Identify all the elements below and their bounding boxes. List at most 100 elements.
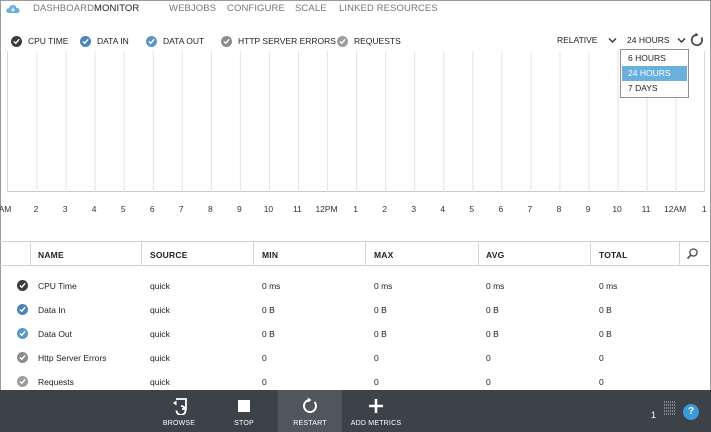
- x-axis-ticks: AM 2 3 4 5 6 7 8 9 10 11 12PM 1 2 3 4 5 6 7 8 9 10 11 12AM 1: [0, 204, 711, 216]
- check-icon[interactable]: [17, 352, 28, 363]
- tab-monitor[interactable]: MONITOR: [94, 3, 139, 14]
- x-tick-label: 1: [353, 204, 358, 214]
- metric-label: DATA IN: [97, 36, 129, 46]
- x-tick-label: 3: [62, 204, 68, 214]
- refresh-icon[interactable]: [689, 32, 705, 48]
- add-icon: [369, 399, 383, 413]
- row-avg: 0 B: [486, 305, 499, 315]
- table-row[interactable]: Data In quick 0 B 0 B 0 B 0 B: [0, 302, 711, 318]
- tab-linked-resources[interactable]: LINKED RESOURCES: [339, 3, 438, 14]
- table-row[interactable]: CPU Time quick 0 ms 0 ms 0 ms 0 ms: [0, 278, 711, 294]
- restart-button[interactable]: RESTART: [278, 390, 342, 432]
- command-bar: BROWSE STOP RESTART ADD METRICS: [0, 390, 711, 432]
- check-icon: [221, 35, 232, 47]
- x-tick-label: 1: [701, 204, 707, 214]
- tab-webjobs[interactable]: WEBJOBS: [169, 3, 216, 14]
- range-option-7-days[interactable]: 7 DAYS: [622, 81, 687, 96]
- row-total: 0: [599, 377, 604, 387]
- check-icon: [146, 35, 157, 47]
- check-icon: [80, 35, 91, 47]
- x-tick-label: 12PM: [315, 204, 338, 214]
- restart-label: RESTART: [293, 420, 327, 427]
- stop-icon: [238, 400, 250, 412]
- range-option-24-hours[interactable]: 24 HOURS: [622, 66, 687, 81]
- row-max: 0 ms: [374, 281, 393, 291]
- row-total: 0 ms: [599, 281, 618, 291]
- check-icon[interactable]: [17, 304, 28, 315]
- metrics-table-header: NAME SOURCE MIN MAX AVG TOTAL: [0, 241, 711, 266]
- row-avg: 0 ms: [486, 281, 505, 291]
- x-tick-label: 2: [382, 204, 388, 214]
- x-tick-label: 4: [91, 204, 97, 214]
- notifications-icon[interactable]: [663, 400, 677, 416]
- x-tick-label: 4: [440, 204, 446, 214]
- column-header-avg[interactable]: AVG: [486, 250, 504, 260]
- table-row[interactable]: Requests quick 0 0 0 0: [0, 374, 711, 390]
- check-icon[interactable]: [17, 328, 28, 339]
- check-icon: [11, 35, 22, 47]
- row-name: Requests: [38, 377, 74, 387]
- column-divider: [679, 242, 680, 266]
- column-header-name[interactable]: NAME: [38, 250, 64, 260]
- table-row[interactable]: Data Out quick 0 B 0 B 0 B 0 B: [0, 326, 711, 342]
- row-source: quick: [150, 305, 170, 315]
- column-divider: [30, 242, 31, 266]
- x-tick-label: 12AM: [664, 204, 687, 214]
- check-icon[interactable]: [17, 280, 28, 291]
- row-avg: 0 B: [486, 329, 499, 339]
- chart-plot: [36, 51, 677, 192]
- column-header-source[interactable]: SOURCE: [150, 250, 188, 260]
- row-total: 0: [599, 353, 604, 363]
- metric-toggle-http-server-errors[interactable]: HTTP SERVER ERRORS: [221, 33, 336, 49]
- browse-button[interactable]: BROWSE: [158, 390, 200, 432]
- row-source: quick: [150, 353, 170, 363]
- cloud-icon[interactable]: [6, 3, 20, 15]
- metric-toggle-data-in[interactable]: DATA IN: [80, 33, 129, 49]
- x-tick-label: 7: [178, 204, 184, 214]
- column-header-max[interactable]: MAX: [374, 250, 394, 260]
- metric-label: DATA OUT: [163, 36, 205, 46]
- row-max: 0 B: [374, 305, 387, 315]
- add-metrics-button[interactable]: ADD METRICS: [350, 390, 402, 432]
- search-icon[interactable]: [686, 247, 699, 260]
- column-header-total[interactable]: TOTAL: [599, 250, 628, 260]
- metric-toggle-requests[interactable]: REQUESTS: [337, 33, 401, 49]
- check-icon: [337, 35, 348, 47]
- x-tick-label: 10: [612, 204, 622, 214]
- chevron-down-icon[interactable]: [677, 37, 686, 44]
- x-tick-label: 9: [237, 204, 242, 214]
- x-tick-label: 6: [149, 204, 155, 214]
- metric-toggle-data-out[interactable]: DATA OUT: [146, 33, 204, 49]
- column-header-min[interactable]: MIN: [262, 250, 278, 260]
- row-total: 0 B: [599, 305, 612, 315]
- x-tick-label: 5: [120, 204, 126, 214]
- browse-icon: [173, 398, 187, 415]
- chevron-down-icon[interactable]: [608, 37, 617, 44]
- metric-toggle-cpu-time[interactable]: CPU TIME: [11, 33, 68, 49]
- row-name: CPU Time: [38, 281, 77, 291]
- restart-icon: [303, 397, 317, 413]
- help-button[interactable]: ?: [683, 404, 699, 420]
- tab-dashboard[interactable]: DASHBOARD: [33, 3, 94, 14]
- row-total: 0 B: [599, 329, 612, 339]
- tab-scale[interactable]: SCALE: [295, 3, 327, 14]
- column-divider: [478, 242, 479, 266]
- row-name: Http Server Errors: [38, 353, 107, 363]
- row-min: 0: [262, 377, 267, 387]
- column-divider: [365, 242, 366, 266]
- tab-configure[interactable]: CONFIGURE: [227, 3, 285, 14]
- notification-count[interactable]: 1: [651, 410, 656, 420]
- row-source: quick: [150, 281, 170, 291]
- column-divider: [141, 242, 142, 266]
- x-tick-label: 2: [33, 204, 39, 214]
- range-option-6-hours[interactable]: 6 HOURS: [622, 51, 687, 66]
- column-divider: [590, 242, 591, 266]
- check-icon[interactable]: [17, 376, 28, 387]
- row-min: 0 B: [262, 305, 275, 315]
- table-row[interactable]: Http Server Errors quick 0 0 0 0: [0, 350, 711, 366]
- row-name: Data Out: [38, 329, 73, 339]
- time-range-select[interactable]: 24 HOURS: [627, 35, 670, 45]
- stop-button[interactable]: STOP: [224, 390, 264, 432]
- column-divider: [253, 242, 254, 266]
- relative-select[interactable]: RELATIVE: [557, 35, 597, 45]
